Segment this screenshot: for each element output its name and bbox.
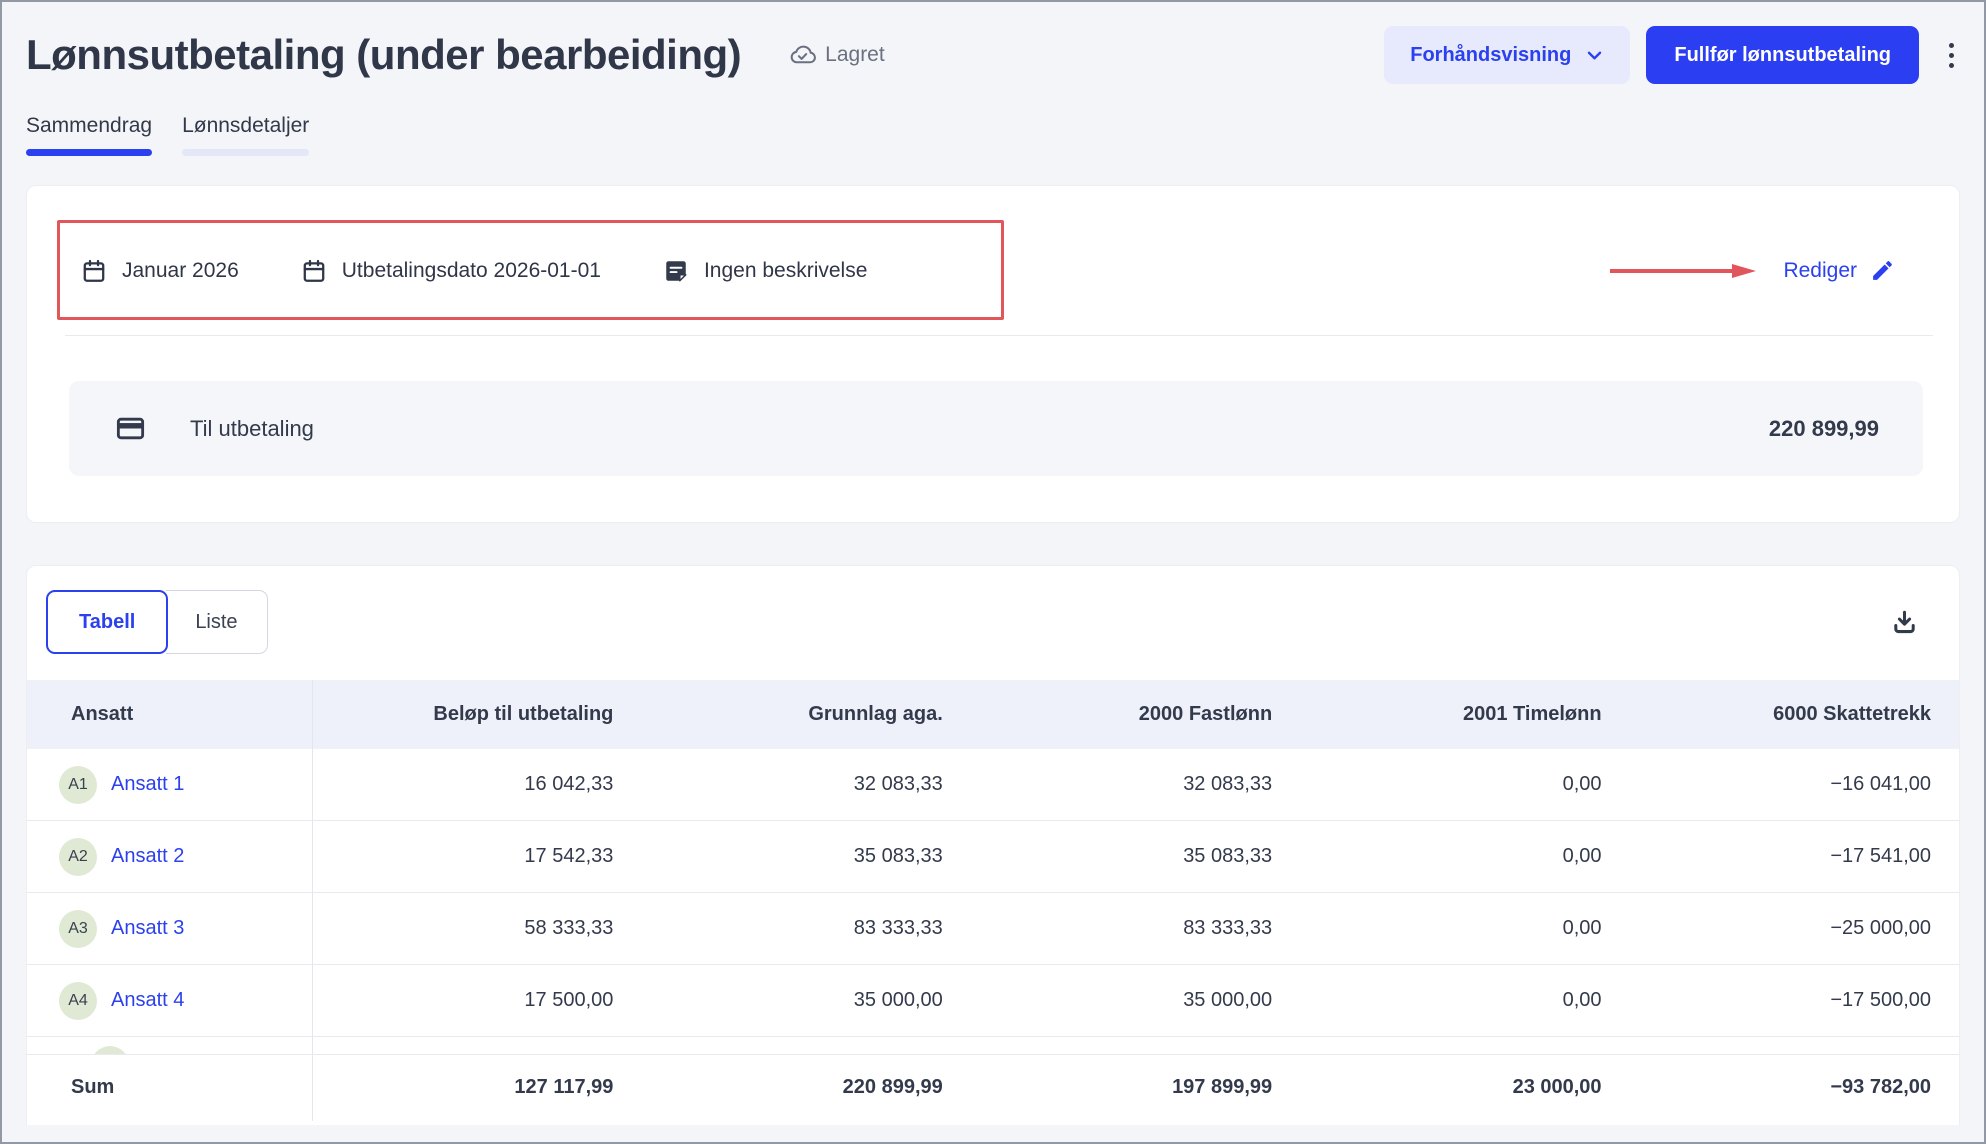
preview-button-label: Forhåndsvisning — [1410, 43, 1572, 66]
cell-value: 83 333,33 — [970, 892, 1301, 965]
tab-salary-details[interactable]: Lønnsdetaljer — [182, 114, 310, 156]
col-timelonn: 2001 Timelønn — [1300, 680, 1630, 749]
sum-value: 23 000,00 — [1512, 1076, 1602, 1099]
edit-link[interactable]: Rediger — [1783, 259, 1857, 283]
payment-date-item: Utbetalingsdato 2026-01-01 — [301, 258, 601, 284]
table-sum-row: Sum 127 117,99 220 899,99 197 899,99 23 … — [27, 1054, 1959, 1121]
employee-link[interactable]: Ansatt 1 — [111, 773, 184, 796]
cell-value: −17 500,00 — [1629, 964, 1959, 1037]
download-button[interactable] — [1890, 608, 1919, 637]
toggle-table-button[interactable]: Tabell — [46, 590, 169, 654]
calendar-icon — [301, 258, 327, 284]
sum-label: Sum — [27, 1054, 313, 1121]
calendar-icon — [81, 258, 107, 284]
cell-value: 17 542,33 — [312, 820, 642, 893]
table-card: Tabell Liste Ansatt Beløp til utbetaling — [26, 565, 1960, 1125]
period-info-row: Januar 2026 Utbetalingsdato 2026-01-01 I… — [27, 221, 1959, 320]
cell-value: 35 000,00 — [970, 964, 1301, 1037]
cell-value: 17 500,00 — [312, 964, 642, 1037]
saved-status: Lagret — [789, 42, 885, 69]
table-row: A2 Ansatt 2 17 542,33 35 083,33 35 083,3… — [27, 820, 1959, 893]
payroll-table: Ansatt Beløp til utbetaling Grunnlag aga… — [27, 680, 1959, 1121]
cell-value: 35 000,00 — [641, 964, 971, 1037]
period-item: Januar 2026 — [81, 258, 239, 284]
avatar: A2 — [59, 837, 97, 876]
cell-value: 35 083,33 — [641, 820, 971, 893]
description-item: Ingen beskrivelse — [663, 258, 867, 284]
col-skattetrekk: 6000 Skattetrekk — [1629, 680, 1959, 749]
payment-date-label: Utbetalingsdato 2026-01-01 — [341, 258, 601, 282]
cell-value: 32 083,33 — [641, 749, 971, 821]
tab-summary[interactable]: Sammendrag — [26, 114, 153, 156]
preview-button[interactable]: Forhåndsvisning — [1384, 26, 1631, 84]
table-row: A1 Ansatt 1 16 042,33 32 083,33 32 083,3… — [27, 749, 1959, 821]
payroll-page: Lønnsutbetaling (under bearbeiding) Lagr… — [2, 2, 1984, 1125]
cell-value: 0,00 — [1300, 749, 1630, 821]
view-toggle: Tabell Liste — [46, 590, 268, 654]
table-row: A3 Ansatt 3 58 333,33 83 333,33 83 333,3… — [27, 892, 1959, 965]
sum-value: −93 782,00 — [1830, 1076, 1931, 1099]
tab-bar: Sammendrag Lønnsdetaljer — [26, 114, 1960, 156]
table-row-partial — [27, 1036, 1959, 1055]
avatar — [91, 1046, 129, 1054]
cell-value: 0,00 — [1300, 892, 1630, 965]
cell-value: −16 041,00 — [1629, 749, 1959, 821]
chevron-down-icon — [1585, 46, 1604, 65]
employee-link[interactable]: Ansatt 3 — [111, 917, 184, 940]
tab-summary-label: Sammendrag — [26, 114, 153, 137]
cell-value: 35 083,33 — [970, 820, 1301, 893]
payout-row: Til utbetaling 220 899,99 — [69, 381, 1923, 476]
more-options-button[interactable] — [1943, 35, 1960, 76]
tab-details-label: Lønnsdetaljer — [182, 114, 310, 137]
cell-value: 58 333,33 — [312, 892, 642, 965]
table-toolbar: Tabell Liste — [27, 590, 1959, 654]
payout-label: Til utbetaling — [190, 415, 314, 441]
description-label: Ingen beskrivelse — [703, 258, 868, 282]
period-label: Januar 2026 — [122, 258, 239, 282]
credit-card-icon — [115, 413, 146, 444]
cloud-check-icon — [789, 42, 817, 69]
cell-value: 32 083,33 — [970, 749, 1301, 821]
tab-active-underline — [26, 149, 153, 156]
table-header-row: Ansatt Beløp til utbetaling Grunnlag aga… — [27, 680, 1959, 749]
period-card: Januar 2026 Utbetalingsdato 2026-01-01 I… — [26, 185, 1960, 523]
col-belop: Beløp til utbetaling — [312, 680, 642, 749]
cell-value: 16 042,33 — [312, 749, 642, 821]
annotation-arrow — [1608, 261, 1758, 281]
col-fastlonn: 2000 Fastlønn — [970, 680, 1301, 749]
avatar: A3 — [59, 909, 97, 948]
edit-link-group: Rediger — [1608, 258, 1895, 283]
cell-value: 0,00 — [1300, 964, 1630, 1037]
cell-value: 83 333,33 — [641, 892, 971, 965]
tab-inactive-underline — [182, 149, 310, 156]
sum-value: 220 899,99 — [842, 1076, 943, 1099]
col-grunnlag: Grunnlag aga. — [641, 680, 971, 749]
table-row: A4 Ansatt 4 17 500,00 35 000,00 35 000,0… — [27, 964, 1959, 1037]
sum-value: 197 899,99 — [1172, 1076, 1273, 1099]
avatar: A1 — [59, 765, 97, 804]
complete-payroll-button[interactable]: Fullfør lønnsutbetaling — [1646, 26, 1919, 84]
employee-link[interactable]: Ansatt 2 — [111, 845, 184, 868]
divider — [65, 335, 1933, 336]
page-title: Lønnsutbetaling (under bearbeiding) — [26, 31, 742, 78]
avatar: A4 — [59, 981, 97, 1020]
note-icon — [663, 258, 689, 284]
employee-link[interactable]: Ansatt 4 — [111, 989, 184, 1012]
cell-value: −17 541,00 — [1629, 820, 1959, 893]
cell-value: 0,00 — [1300, 820, 1630, 893]
cell-value: −25 000,00 — [1629, 892, 1959, 965]
pencil-icon[interactable] — [1870, 258, 1895, 283]
col-ansatt: Ansatt — [27, 680, 313, 749]
topbar: Lønnsutbetaling (under bearbeiding) Lagr… — [26, 2, 1960, 84]
toggle-list-button[interactable]: Liste — [166, 590, 268, 654]
payout-amount: 220 899,99 — [1768, 415, 1879, 441]
saved-label: Lagret — [825, 43, 885, 66]
sum-value: 127 117,99 — [514, 1076, 614, 1099]
